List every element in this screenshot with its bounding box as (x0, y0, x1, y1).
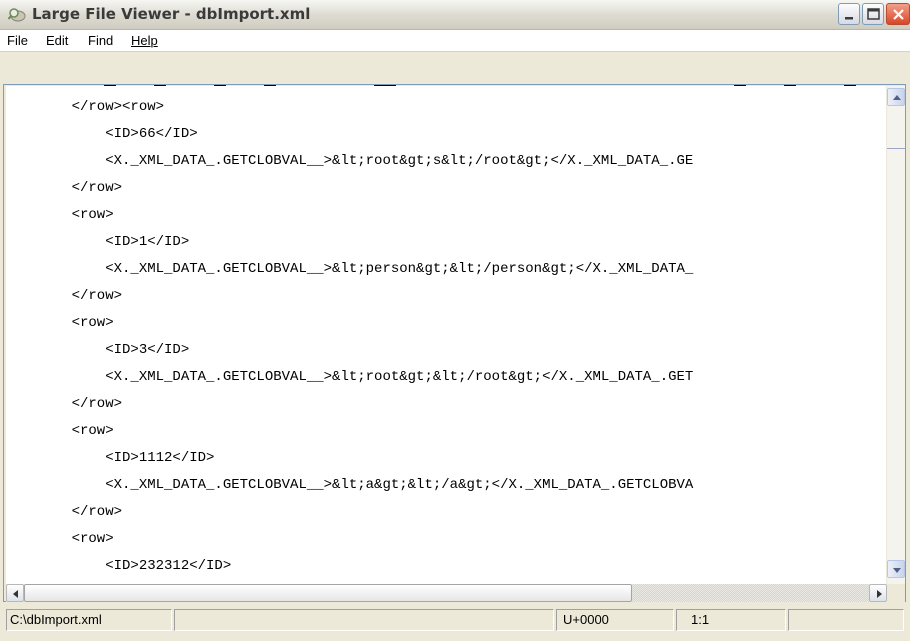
app-window: Large File Viewer - dbImport.xml File Ed… (0, 0, 910, 641)
horizontal-scrollbar[interactable] (6, 584, 887, 602)
text-view[interactable]: </row><row> <ID>66</ID> <X._XML_DATA_.GE… (6, 86, 886, 586)
scrollbar-corner (887, 584, 905, 602)
text-line: <X._XML_DATA_.GETCLOBVAL__>&lt;root&gt;&… (38, 369, 694, 385)
text-line: <ID>1112</ID> (38, 450, 215, 466)
vertical-scrollbar[interactable] (887, 86, 905, 584)
arrow-up-icon (893, 95, 901, 100)
status-codepoint: U+0000 (556, 609, 674, 631)
minimize-icon (845, 17, 853, 20)
horizontal-scroll-track[interactable] (632, 584, 869, 602)
horizontal-scroll-thumb[interactable] (24, 584, 632, 602)
text-line: <row> (38, 315, 114, 331)
text-line: <row> (38, 423, 114, 439)
close-icon (893, 9, 904, 20)
app-magnifier-icon[interactable] (7, 7, 26, 23)
text-line: </row> (38, 396, 123, 412)
text-line: <X._XML_DATA_.GETCLOBVAL__>&lt;root&gt;s… (38, 153, 694, 169)
text-line: <ID>232312</ID> (38, 558, 232, 574)
text-line: </row> (38, 288, 123, 304)
text-line: <row> (38, 207, 114, 223)
menu-edit[interactable]: Edit (46, 33, 68, 48)
status-extra (788, 609, 904, 631)
text-line: <X._XML_DATA_.GETCLOBVAL__>&lt;a&gt;&lt;… (38, 477, 694, 493)
status-file-path: C:\dbImport.xml (6, 609, 172, 631)
text-line: <ID>3</ID> (38, 342, 190, 358)
status-message (174, 609, 554, 631)
text-line: <row> (38, 531, 114, 547)
text-line: <X._XML_DATA_.GETCLOBVAL__>&lt;person&gt… (38, 261, 694, 277)
status-position: 1:1 (676, 609, 786, 631)
title-bar[interactable]: Large File Viewer - dbImport.xml (0, 0, 910, 30)
text-line: <ID>66</ID> (38, 126, 198, 142)
menu-find[interactable]: Find (88, 33, 113, 48)
maximize-button[interactable] (862, 3, 884, 25)
maximize-icon (867, 8, 880, 20)
window-title: Large File Viewer - dbImport.xml (32, 5, 311, 23)
vertical-scroll-thumb[interactable] (887, 148, 905, 156)
text-line: </row> (38, 504, 123, 520)
text-line: <ID>1</ID> (38, 234, 190, 250)
menu-file[interactable]: File (7, 33, 28, 48)
minimize-button[interactable] (838, 3, 860, 25)
scroll-up-button[interactable] (887, 88, 905, 106)
text-line: </row><row> (38, 99, 165, 115)
arrow-left-icon (13, 590, 18, 598)
scroll-left-button[interactable] (6, 584, 24, 602)
close-button[interactable] (886, 3, 910, 25)
menu-bar: File Edit Find Help (0, 30, 910, 52)
menu-help[interactable]: Help (131, 33, 158, 48)
previous-line-fragment (104, 84, 856, 86)
arrow-down-icon (893, 568, 901, 573)
text-line: </row> (38, 180, 123, 196)
status-bar: C:\dbImport.xml U+0000 1:1 (0, 607, 910, 641)
scroll-down-button[interactable] (887, 560, 905, 578)
scroll-right-button[interactable] (869, 584, 887, 602)
arrow-right-icon (877, 590, 882, 598)
